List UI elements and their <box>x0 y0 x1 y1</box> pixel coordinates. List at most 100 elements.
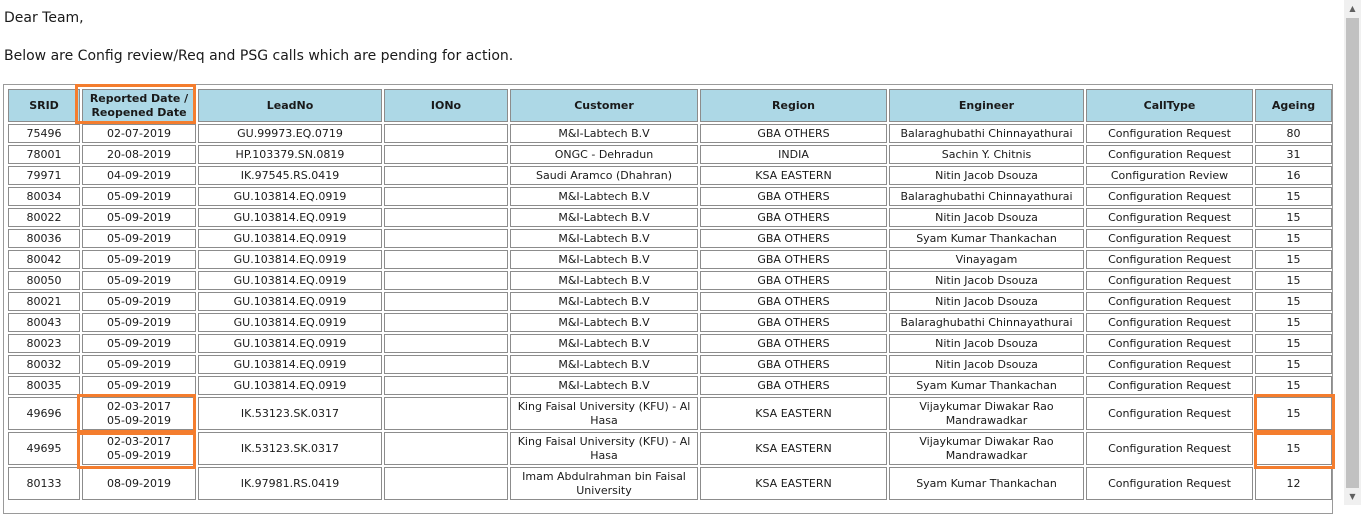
cell-customer: M&I-Labtech B.V <box>510 187 698 206</box>
cell-calltype: Configuration Request <box>1086 145 1253 164</box>
highlight-date-header <box>75 84 196 124</box>
cell-engineer: Syam Kumar Thankachan <box>889 229 1084 248</box>
intro-text: Below are Config review/Req and PSG call… <box>4 48 514 64</box>
cell-engineer: Nitin Jacob Dsouza <box>889 166 1084 185</box>
cell-customer: M&I-Labtech B.V <box>510 292 698 311</box>
cell-engineer: Syam Kumar Thankachan <box>889 467 1084 500</box>
cell-date: 05-09-2019 <box>82 355 196 374</box>
cell-srid: 80021 <box>8 292 80 311</box>
table-row: 78001 20-08-2019 HP.103379.SN.0819 ONGC - D… <box>8 145 1332 164</box>
cell-customer: M&I-Labtech B.V <box>510 208 698 227</box>
cell-region: KSA EASTERN <box>700 166 887 185</box>
cell-customer: King Faisal University (KFU) - Al Hasa <box>510 432 698 465</box>
cell-srid: 79971 <box>8 166 80 185</box>
highlight-date-row-49695 <box>77 432 196 469</box>
table-row: 79971 04-09-2019 IK.97545.RS.0419 Saudi Ara… <box>8 166 1332 185</box>
cell-srid: 80032 <box>8 355 80 374</box>
cell-iono <box>384 229 508 248</box>
cell-ageing: 15 <box>1255 334 1332 353</box>
cell-region: GBA OTHERS <box>700 250 887 269</box>
vertical-scrollbar[interactable]: ▲ ▼ <box>1344 0 1361 505</box>
cell-engineer: Sachin Y. Chitnis <box>889 145 1084 164</box>
cell-engineer: Syam Kumar Thankachan <box>889 376 1084 395</box>
cell-srid: 80043 <box>8 313 80 332</box>
table-row: 80042 05-09-2019 GU.103814.EQ.0919 M&I-Labt… <box>8 250 1332 269</box>
cell-lead: GU.103814.EQ.0919 <box>198 271 382 290</box>
cell-lead: GU.103814.EQ.0919 <box>198 355 382 374</box>
cell-calltype: Configuration Request <box>1086 250 1253 269</box>
cell-srid: 80133 <box>8 467 80 500</box>
cell-ageing: 15 <box>1255 187 1332 206</box>
cell-customer: M&I-Labtech B.V <box>510 229 698 248</box>
cell-iono <box>384 292 508 311</box>
cell-lead: IK.53123.SK.0317 <box>198 397 382 430</box>
cell-region: GBA OTHERS <box>700 187 887 206</box>
cell-calltype: Configuration Request <box>1086 376 1253 395</box>
highlight-ageing-row-49695 <box>1254 432 1335 469</box>
scroll-thumb[interactable] <box>1346 18 1359 488</box>
cell-region: GBA OTHERS <box>700 292 887 311</box>
cell-ageing: 15 <box>1255 271 1332 290</box>
cell-region: GBA OTHERS <box>700 334 887 353</box>
cell-ageing: 15 <box>1255 355 1332 374</box>
cell-lead: GU.103814.EQ.0919 <box>198 376 382 395</box>
highlight-ageing-row-49696 <box>1254 394 1335 433</box>
cell-calltype: Configuration Request <box>1086 397 1253 430</box>
cell-ageing: 16 <box>1255 166 1332 185</box>
table-row: 80021 05-09-2019 GU.103814.EQ.0919 M&I-Labt… <box>8 292 1332 311</box>
header-customer: Customer <box>510 89 698 122</box>
cell-ageing: 15 <box>1255 376 1332 395</box>
cell-date: 05-09-2019 <box>82 250 196 269</box>
scroll-up-arrow-icon[interactable]: ▲ <box>1344 0 1361 17</box>
header-srid: SRID <box>8 89 80 122</box>
cell-iono <box>384 166 508 185</box>
cell-iono <box>384 376 508 395</box>
cell-srid: 80035 <box>8 376 80 395</box>
header-region: Region <box>700 89 887 122</box>
table-header-row: SRID Reported Date / Reopened Date LeadNo I… <box>8 89 1332 122</box>
cell-region: GBA OTHERS <box>700 376 887 395</box>
cell-lead: HP.103379.SN.0819 <box>198 145 382 164</box>
cell-engineer: Nitin Jacob Dsouza <box>889 334 1084 353</box>
cell-srid: 80023 <box>8 334 80 353</box>
cell-customer: M&I-Labtech B.V <box>510 124 698 143</box>
cell-lead: GU.103814.EQ.0919 <box>198 229 382 248</box>
cell-engineer: Nitin Jacob Dsouza <box>889 355 1084 374</box>
cell-calltype: Configuration Review <box>1086 166 1253 185</box>
cell-calltype: Configuration Request <box>1086 355 1253 374</box>
cell-region: GBA OTHERS <box>700 355 887 374</box>
table-row: 80034 05-09-2019 GU.103814.EQ.0919 M&I-Labt… <box>8 187 1332 206</box>
cell-calltype: Configuration Request <box>1086 292 1253 311</box>
cell-lead: GU.103814.EQ.0919 <box>198 313 382 332</box>
cell-ageing: 15 <box>1255 250 1332 269</box>
cell-srid: 49695 <box>8 432 80 465</box>
cell-srid: 80042 <box>8 250 80 269</box>
cell-customer: ONGC - Dehradun <box>510 145 698 164</box>
scroll-down-arrow-icon[interactable]: ▼ <box>1344 488 1361 505</box>
cell-srid: 80034 <box>8 187 80 206</box>
table-row: 49695 02-03-2017 05-09-2019 IK.53123.SK.03… <box>8 432 1332 465</box>
cell-engineer: Vinayagam <box>889 250 1084 269</box>
cell-calltype: Configuration Request <box>1086 432 1253 465</box>
cell-date: 05-09-2019 <box>82 271 196 290</box>
cell-date: 05-09-2019 <box>82 208 196 227</box>
cell-engineer: Nitin Jacob Dsouza <box>889 271 1084 290</box>
cell-lead: IK.53123.SK.0317 <box>198 432 382 465</box>
header-calltype: CallType <box>1086 89 1253 122</box>
highlight-date-row-49696 <box>77 394 196 433</box>
cell-ageing: 12 <box>1255 467 1332 500</box>
cell-iono <box>384 467 508 500</box>
cell-customer: M&I-Labtech B.V <box>510 355 698 374</box>
table-body: 75496 02-07-2019 GU.99973.EQ.0719 M&I-Labte… <box>8 124 1332 500</box>
cell-calltype: Configuration Request <box>1086 187 1253 206</box>
table-row: 80032 05-09-2019 GU.103814.EQ.0919 M&I-Labt… <box>8 355 1332 374</box>
cell-ageing: 15 <box>1255 229 1332 248</box>
cell-date: 05-09-2019 <box>82 187 196 206</box>
cell-lead: GU.103814.EQ.0919 <box>198 250 382 269</box>
table-row: 80022 05-09-2019 GU.103814.EQ.0919 M&I-Labt… <box>8 208 1332 227</box>
pending-calls-table: SRID Reported Date / Reopened Date LeadNo I… <box>6 87 1334 502</box>
cell-iono <box>384 250 508 269</box>
cell-lead: IK.97545.RS.0419 <box>198 166 382 185</box>
header-leadno: LeadNo <box>198 89 382 122</box>
cell-calltype: Configuration Request <box>1086 124 1253 143</box>
